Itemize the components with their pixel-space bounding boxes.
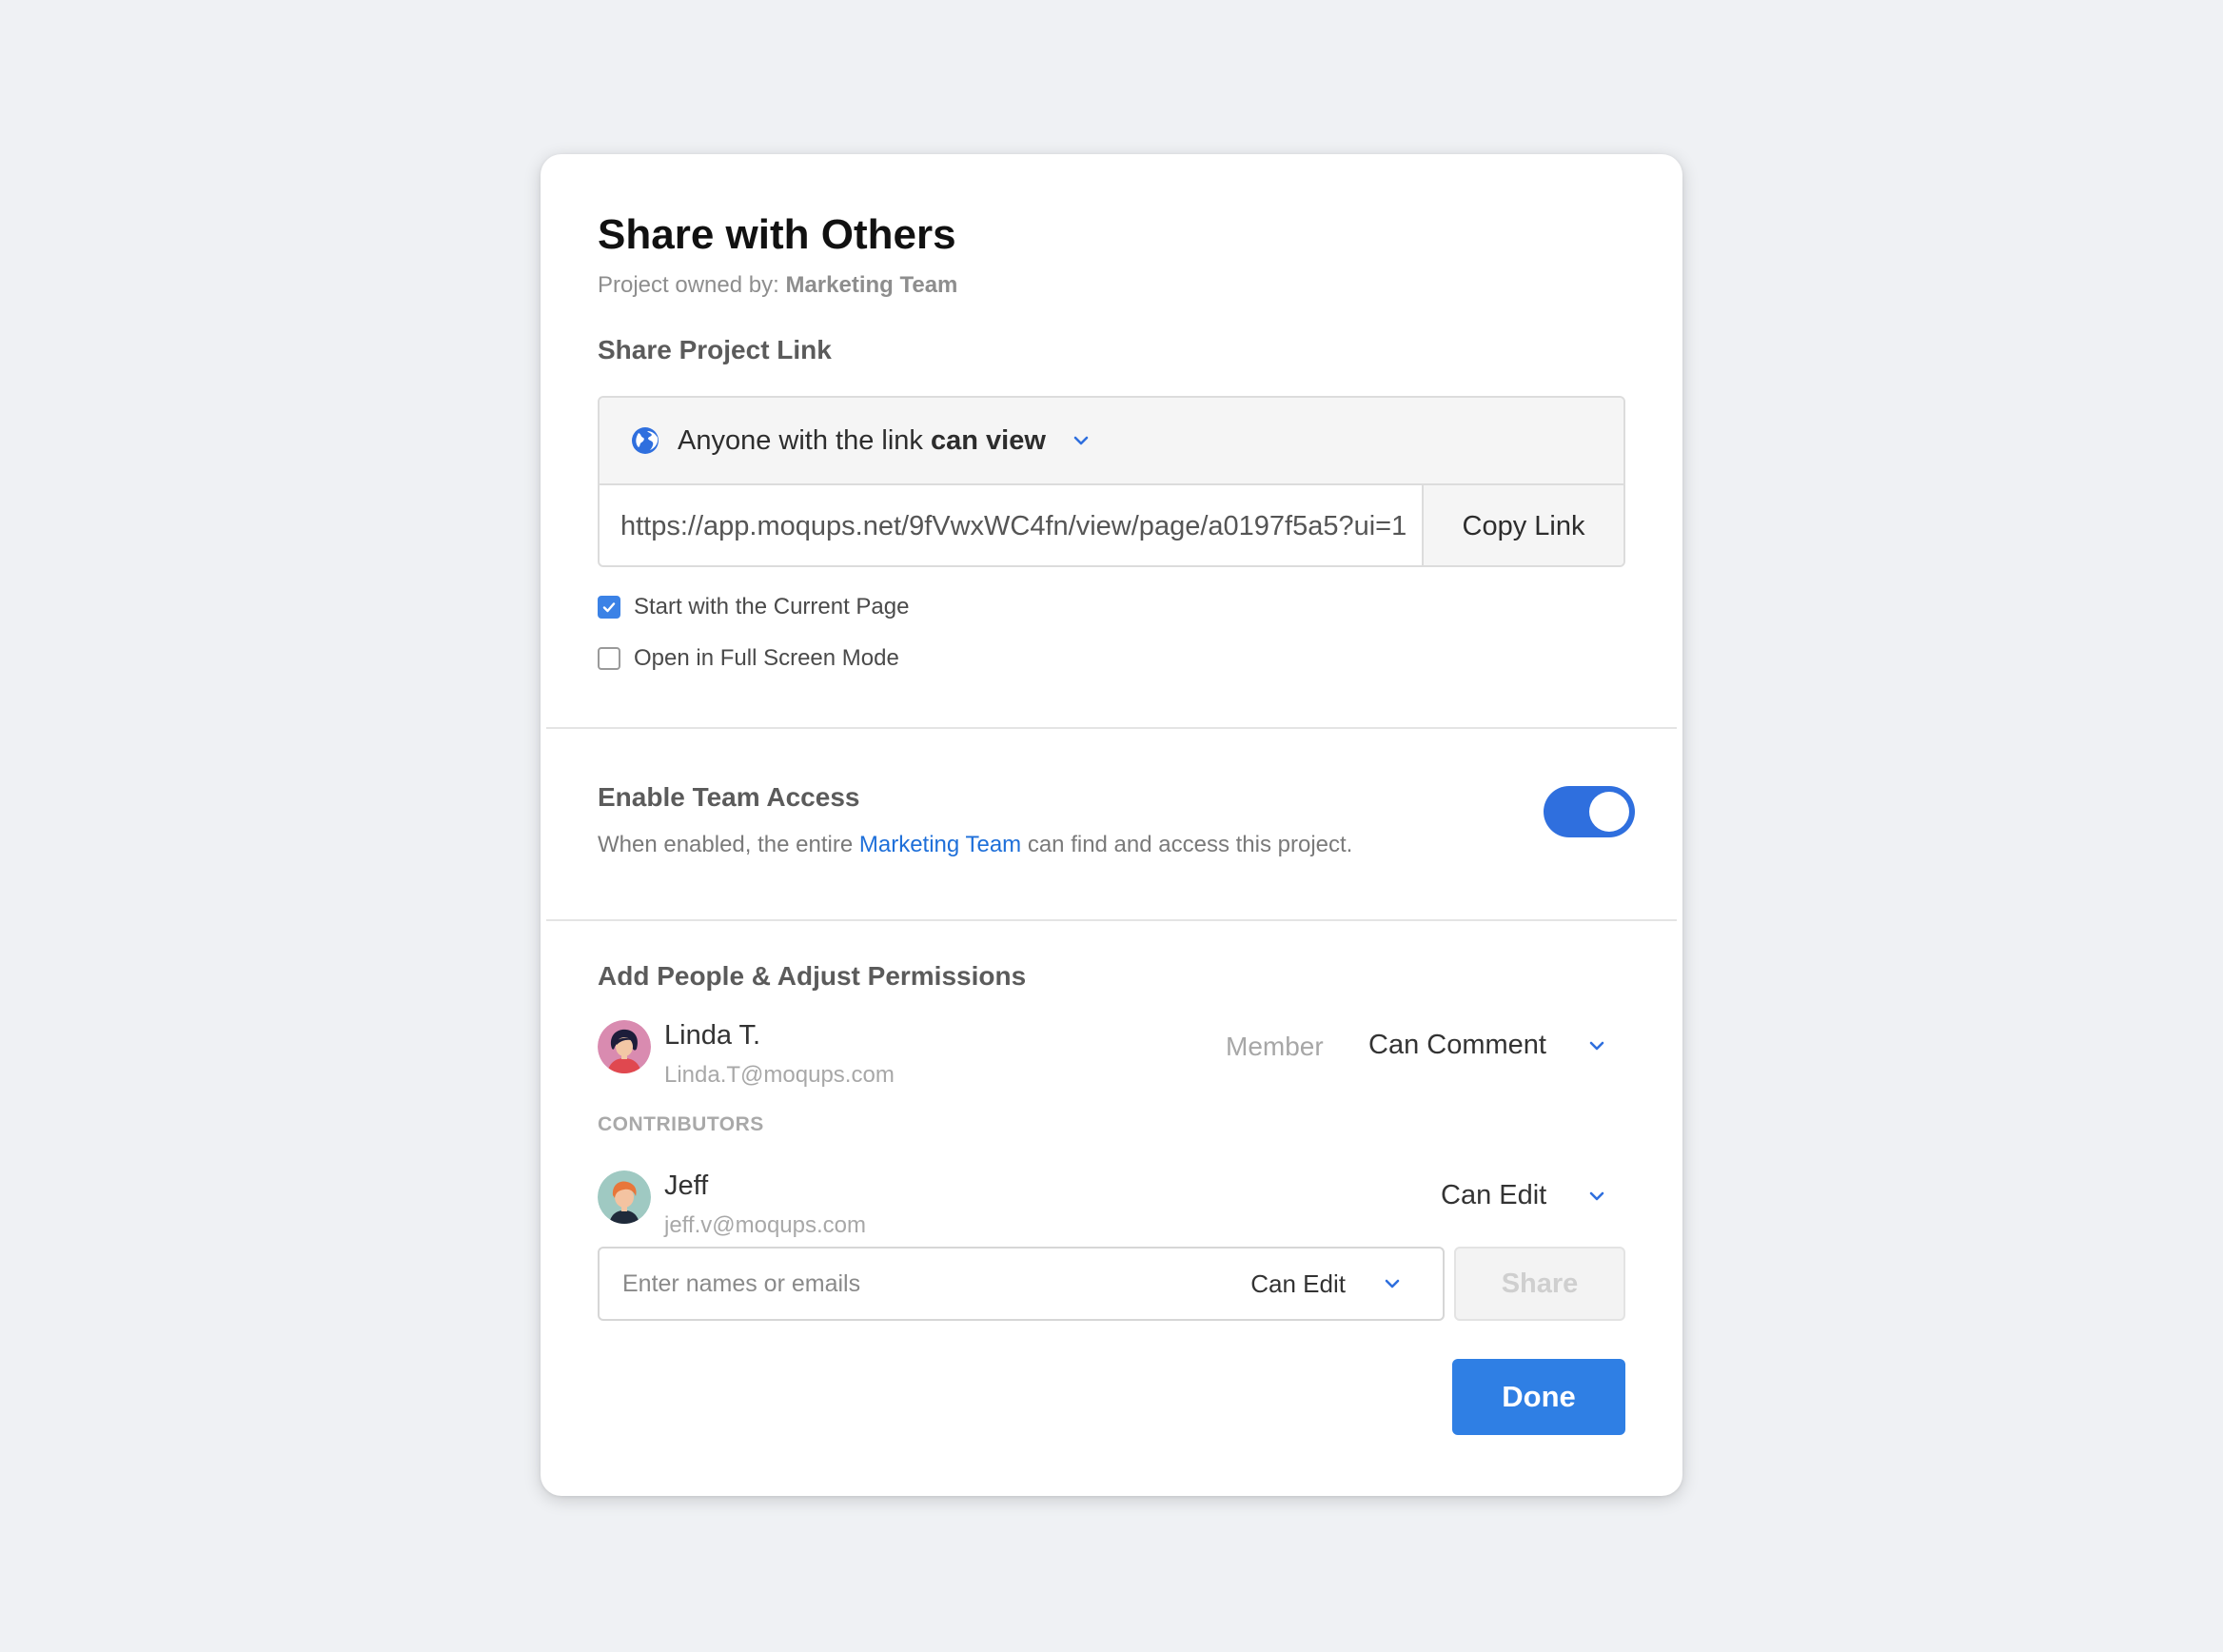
start-current-page-option[interactable]: Start with the Current Page: [598, 594, 909, 620]
contributors-label: CONTRIBUTORS: [598, 1113, 764, 1135]
start-current-page-checkbox[interactable]: [598, 596, 620, 619]
share-link-box: Anyone with the link can view https://ap…: [598, 396, 1625, 567]
invite-permission-label: Can Edit: [1250, 1268, 1346, 1298]
share-url-field[interactable]: https://app.moqups.net/9fVwxWC4fn/view/p…: [600, 485, 1424, 565]
chevron-down-icon: [1382, 1273, 1403, 1294]
marketing-team-link[interactable]: Marketing Team: [859, 832, 1021, 857]
section-divider: [546, 919, 1677, 921]
full-screen-option[interactable]: Open in Full Screen Mode: [598, 645, 899, 672]
chevron-down-icon: [1586, 1186, 1607, 1207]
linda-permission-dropdown[interactable]: Can Comment: [1368, 1030, 1607, 1061]
copy-link-button[interactable]: Copy Link: [1424, 485, 1623, 565]
invite-permission-dropdown[interactable]: Can Edit: [1250, 1249, 1403, 1319]
access-prefix: Anyone with the link: [678, 424, 923, 456]
person-name: Linda T.: [664, 1020, 761, 1051]
link-url-row: https://app.moqups.net/9fVwxWC4fn/view/p…: [600, 485, 1623, 565]
chevron-down-icon: [1071, 430, 1092, 451]
start-current-page-label: Start with the Current Page: [634, 594, 910, 620]
avatar: [598, 1020, 651, 1073]
jeff-permission-dropdown[interactable]: Can Edit: [1441, 1180, 1607, 1211]
avatar: [598, 1170, 651, 1224]
share-link-title: Share Project Link: [598, 335, 832, 364]
share-button[interactable]: Share: [1454, 1247, 1625, 1321]
role-badge: Member: [1226, 1032, 1324, 1061]
share-dialog: Share with Others Project owned by: Mark…: [541, 154, 1682, 1496]
owner-name: Marketing Team: [785, 272, 958, 298]
full-screen-checkbox[interactable]: [598, 647, 620, 670]
permission-label: Can Edit: [1441, 1180, 1547, 1210]
owner-prefix: Project owned by:: [598, 272, 779, 298]
people-section-title: Add People & Adjust Permissions: [598, 961, 1027, 991]
done-button[interactable]: Done: [1452, 1359, 1625, 1435]
team-access-description: When enabled, the entire Marketing Team …: [598, 832, 1352, 858]
link-access-text: Anyone with the link can view: [678, 425, 1046, 457]
team-access-toggle[interactable]: [1544, 786, 1635, 837]
team-desc-after: can find and access this project.: [1027, 832, 1353, 857]
person-email: jeff.v@moqups.com: [664, 1212, 867, 1238]
toggle-knob: [1589, 792, 1629, 832]
access-level: can view: [931, 424, 1046, 456]
person-email: Linda.T@moqups.com: [664, 1062, 895, 1088]
link-access-dropdown[interactable]: Anyone with the link can view: [600, 398, 1623, 485]
team-desc-before: When enabled, the entire: [598, 832, 854, 857]
chevron-down-icon: [1586, 1035, 1607, 1056]
full-screen-label: Open in Full Screen Mode: [634, 645, 899, 671]
section-divider: [546, 727, 1677, 729]
project-owner: Project owned by: Marketing Team: [598, 272, 957, 299]
check-icon: [602, 602, 616, 613]
person-name: Jeff: [664, 1170, 709, 1201]
invite-input[interactable]: Enter names or emails Can Edit: [598, 1247, 1445, 1321]
permission-label: Can Comment: [1368, 1030, 1546, 1060]
globe-icon: [630, 425, 660, 456]
team-access-title: Enable Team Access: [598, 782, 860, 812]
dialog-title: Share with Others: [598, 211, 956, 258]
invite-placeholder: Enter names or emails: [622, 1269, 861, 1297]
